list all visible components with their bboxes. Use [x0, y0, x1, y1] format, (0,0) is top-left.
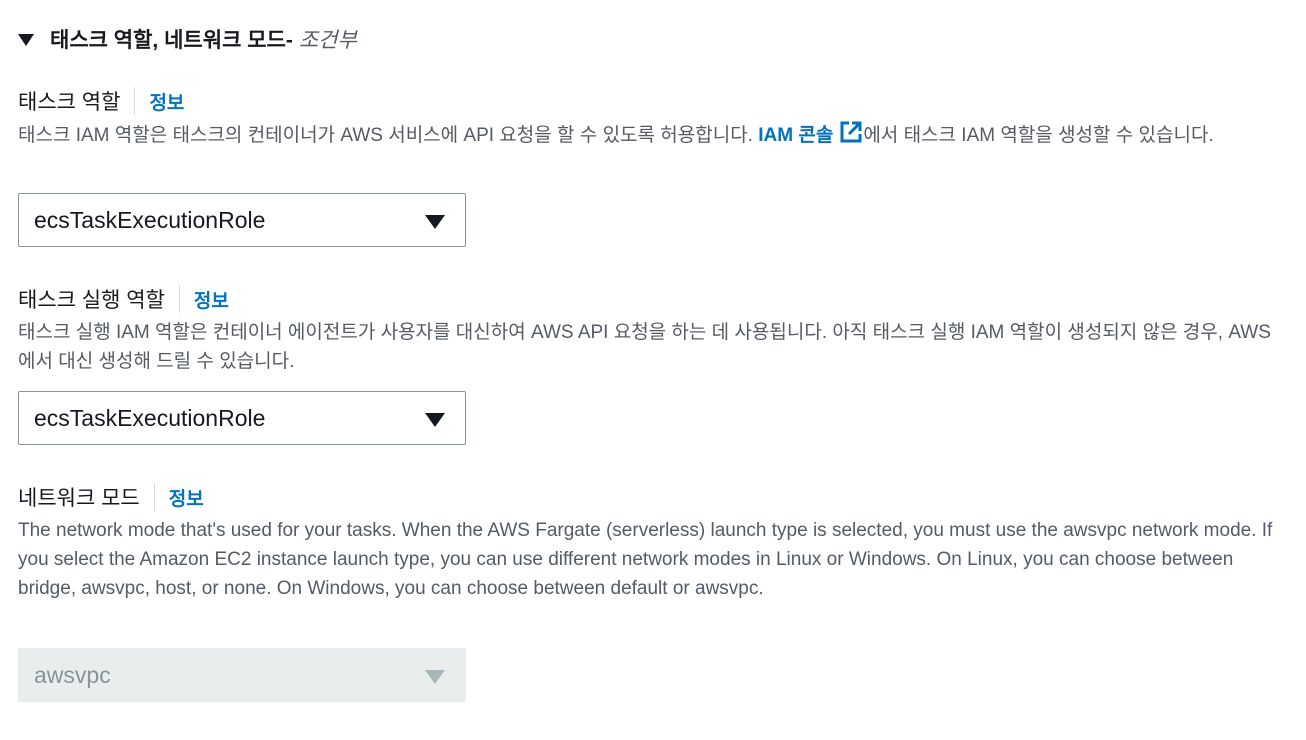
execution-role-description: 태스크 실행 IAM 역할은 컨테이너 에이전트가 사용자를 대신하여 AWS … — [18, 322, 1271, 372]
caret-down-icon — [18, 34, 34, 46]
dropdown-arrow-icon — [425, 670, 445, 684]
task-role-description: 태스크 IAM 역할은 태스크의 컨테이너가 AWS 서비스에 API 요청을 … — [18, 120, 1288, 150]
task-role-label: 태스크 역할 — [18, 91, 121, 114]
label-divider — [178, 285, 180, 313]
section-toggle[interactable]: 태스크 역할, 네트워크 모드- 조건부 — [18, 22, 357, 56]
task-role-info-link[interactable]: 정보 — [149, 88, 184, 115]
section-title: 태스크 역할, 네트워크 모드- — [50, 29, 293, 52]
task-role-selected-value: ecsTaskExecutionRole — [34, 206, 266, 233]
network-mode-selected-value: awsvpc — [34, 661, 111, 688]
iam-console-link[interactable]: IAM 콘솔 — [758, 121, 863, 146]
network-mode-label: 네트워크 모드 — [18, 487, 140, 510]
network-mode-description: The network mode that's used for your ta… — [18, 520, 1273, 599]
label-divider — [134, 87, 136, 115]
external-link-icon — [840, 121, 862, 143]
label-divider — [153, 483, 155, 511]
dropdown-arrow-icon — [425, 215, 445, 229]
section-optional-label: 조건부 — [298, 29, 357, 52]
task-role-select[interactable]: ecsTaskExecutionRole — [18, 193, 466, 247]
dropdown-arrow-icon — [425, 413, 445, 427]
network-mode-select: awsvpc — [18, 648, 466, 702]
task-role-field: 태스크 역할 정보 태스크 IAM 역할은 태스크의 컨테이너가 AWS 서비스… — [18, 84, 1288, 150]
network-mode-info-link[interactable]: 정보 — [169, 484, 204, 511]
network-mode-field: 네트워크 모드 정보 The network mode that's used … — [18, 480, 1288, 603]
execution-role-selected-value: ecsTaskExecutionRole — [34, 404, 266, 431]
execution-role-info-link[interactable]: 정보 — [194, 286, 229, 313]
execution-role-field: 태스크 실행 역할 정보 태스크 실행 IAM 역할은 컨테이너 에이전트가 사… — [18, 282, 1288, 376]
execution-role-select[interactable]: ecsTaskExecutionRole — [18, 391, 466, 445]
execution-role-label: 태스크 실행 역할 — [18, 289, 165, 312]
